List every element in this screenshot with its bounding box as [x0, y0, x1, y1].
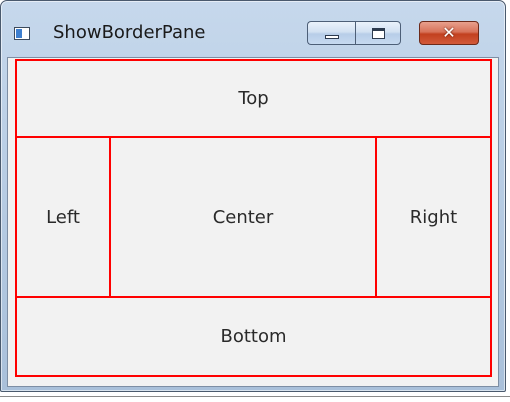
maximize-button[interactable] — [355, 21, 401, 45]
window-title: ShowBorderPane — [53, 22, 206, 43]
pane-top-label: Top — [238, 88, 269, 109]
minimize-icon — [324, 34, 339, 39]
pane-center-label: Center — [212, 206, 274, 228]
pane-center: Center — [109, 136, 377, 298]
border-pane: Top Left Center Right Bottom — [7, 57, 499, 387]
close-button[interactable]: ✕ — [419, 21, 479, 45]
pane-bottom-label: Bottom — [220, 326, 287, 347]
maximize-icon — [371, 27, 385, 39]
title-bar[interactable]: ShowBorderPane ✕ — [1, 1, 505, 57]
pane-right-label: Right — [409, 206, 458, 228]
divider — [0, 396, 510, 397]
pane-bottom: Bottom — [15, 296, 492, 377]
close-icon: ✕ — [442, 23, 456, 42]
app-window-icon — [14, 27, 30, 40]
pane-right: Right — [375, 136, 492, 298]
pane-top: Top — [15, 59, 492, 138]
pane-left-label: Left — [46, 206, 80, 228]
app-window: ShowBorderPane ✕ Top Left Center Right B… — [0, 0, 506, 392]
minimize-button[interactable] — [307, 21, 355, 45]
pane-left: Left — [15, 136, 111, 298]
